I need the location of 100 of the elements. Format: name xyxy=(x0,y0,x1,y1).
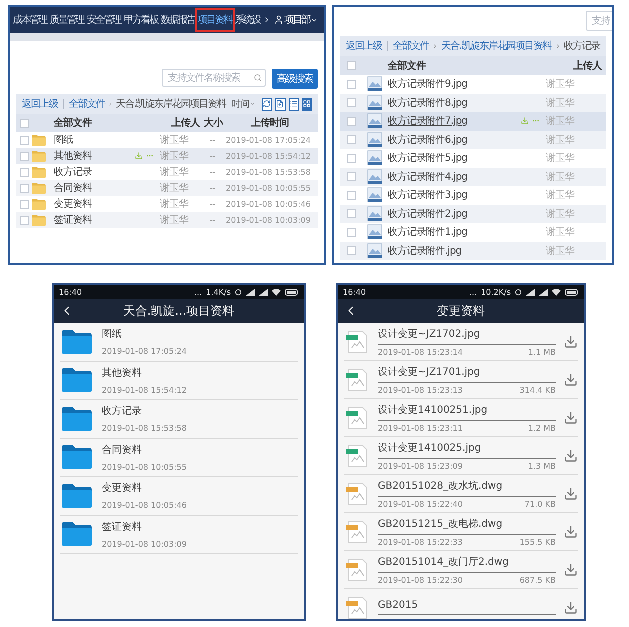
file-name[interactable]: 收方记录附件6.jpg xyxy=(388,132,472,147)
download-icon[interactable] xyxy=(564,486,578,500)
time-cell-text: 2019-01-08 10:03:09 xyxy=(226,216,312,224)
wifi-icon xyxy=(272,288,281,296)
file-name[interactable]: 收方记录附件8.jpg xyxy=(388,96,472,110)
user-name[interactable]: 项目部 xyxy=(284,13,310,27)
checkbox[interactable] xyxy=(20,216,28,224)
checkbox[interactable] xyxy=(20,136,28,144)
checkbox[interactable] xyxy=(346,80,356,89)
nav-tab[interactable]: 甲方看板 xyxy=(123,10,159,30)
folder-name[interactable]: 合同资料 xyxy=(54,181,96,195)
download-icon[interactable] xyxy=(135,152,143,160)
table-row[interactable]: 收方记录附件2.jpg 谢玉华 xyxy=(340,204,606,223)
download-icon[interactable] xyxy=(564,600,578,614)
folder-name[interactable]: 收方记录 xyxy=(54,165,96,179)
checkbox[interactable] xyxy=(346,116,356,126)
checkbox[interactable] xyxy=(346,135,356,144)
folder-row[interactable]: 合同资料 2019-01-08 10:05:55 xyxy=(60,438,298,477)
file-name[interactable]: 收方记录附件3.jpg xyxy=(388,188,472,202)
checkbox[interactable] xyxy=(20,168,28,176)
folder-name[interactable]: 图纸 xyxy=(54,133,77,147)
breadcrumb-link[interactable]: 全部文件 xyxy=(392,39,429,53)
download-icon[interactable] xyxy=(564,448,578,462)
nav-tab[interactable]: 成本管理 xyxy=(12,10,48,30)
download-icon[interactable] xyxy=(564,524,578,538)
upload-button[interactable] xyxy=(275,98,286,110)
download-icon[interactable] xyxy=(564,562,578,576)
table-row[interactable]: 收方记录附件4.jpg 谢玉华 xyxy=(340,168,606,186)
nav-tab[interactable]: 数据报告 xyxy=(160,10,196,30)
folder-row[interactable]: 签证资料 2019-01-08 10:03:09 xyxy=(60,516,298,554)
folder-row[interactable]: 收方记录 2019-01-08 15:53:58 xyxy=(60,400,298,438)
file-name[interactable]: 收方记录附件9.jpg xyxy=(388,77,472,92)
list-view-button[interactable] xyxy=(288,98,299,110)
advanced-search-button[interactable]: 高级搜索 xyxy=(272,69,318,89)
folder-name[interactable]: 其他资料 xyxy=(54,149,96,163)
download-icon[interactable] xyxy=(564,410,578,424)
breadcrumb-link[interactable]: 全部文件 xyxy=(68,97,105,111)
status-dots: ... xyxy=(194,288,202,296)
image-file-icon xyxy=(367,132,383,148)
table-row[interactable]: 其他资料 谢玉华 -- 2019-01-08 15:54:12 xyxy=(16,148,318,164)
checkbox[interactable] xyxy=(346,98,356,108)
refresh-button[interactable] xyxy=(262,98,272,110)
checkbox[interactable] xyxy=(346,209,356,218)
caret-icon[interactable] xyxy=(311,16,318,24)
user-icon[interactable] xyxy=(274,15,284,25)
folder-name[interactable]: 签证资料 xyxy=(54,213,96,227)
file-name[interactable]: 收方记录附件2.jpg xyxy=(388,206,472,221)
file-row[interactable]: GB20151215_改电梯.dwg 2019-01-08 15:22:33 155.5 KB xyxy=(344,513,578,551)
file-row[interactable]: GB2015 xyxy=(344,589,578,619)
nav-tab[interactable]: 项目资料 xyxy=(197,10,233,30)
checkbox[interactable] xyxy=(20,200,28,208)
file-row[interactable]: 设计变更~JZ1702.jpg 2019-01-08 15:23:14 1.1 MB xyxy=(344,323,578,361)
checkbox[interactable] xyxy=(346,61,356,70)
file-size: 687.5 KB xyxy=(520,576,556,584)
file-name[interactable]: 收方记录附件4.jpg xyxy=(388,170,472,184)
search-field[interactable]: 支持 xyxy=(586,11,612,31)
table-row[interactable]: 签证资料 谢玉华 -- 2019-01-08 10:03:09 xyxy=(16,212,318,228)
table-row[interactable]: 合同资料 谢玉华 -- 2019-01-08 10:05:55 xyxy=(16,180,318,196)
checkbox[interactable] xyxy=(20,184,28,192)
download-icon[interactable] xyxy=(521,117,529,126)
checkbox[interactable] xyxy=(346,172,356,182)
file-row[interactable]: 设计变更1410025.jpg 2019-01-08 15:23:09 1.3 MB xyxy=(344,437,578,475)
table-row[interactable]: 收方记录附件.jpg 谢玉华 xyxy=(340,242,606,260)
breadcrumb-link[interactable]: 天合.凯旋东岸花园项目资料 xyxy=(441,39,552,53)
checkbox[interactable] xyxy=(346,228,356,237)
column-header: 上传时间 xyxy=(250,116,290,130)
file-size: 1.1 MB xyxy=(528,348,556,356)
file-row[interactable]: GB20151028_改水坑.dwg 2019-01-08 15:22:40 71.0 KB xyxy=(344,475,578,513)
download-icon[interactable] xyxy=(564,334,578,348)
folder-name[interactable]: 变更资料 xyxy=(54,197,96,211)
file-row[interactable]: GB20151014_改门厅2.dwg 2019-01-08 15:22:30 687.5 KB xyxy=(344,551,578,589)
checkbox[interactable] xyxy=(346,246,356,256)
grid-view-button[interactable] xyxy=(302,98,312,110)
download-icon[interactable] xyxy=(564,372,578,386)
nav-tab[interactable]: 安全管理 xyxy=(86,10,122,30)
checkbox[interactable] xyxy=(20,118,28,128)
file-name[interactable]: 收方记录附件7.jpg xyxy=(388,114,472,128)
back-link[interactable]: 返回上级 xyxy=(346,39,382,53)
back-link[interactable]: 返回上级 xyxy=(22,97,58,111)
table-row[interactable]: 收方记录附件7.jpg 谢玉华 xyxy=(340,112,606,130)
folder-row[interactable]: 其他资料 2019-01-08 15:54:12 xyxy=(60,362,298,400)
nav-tab[interactable]: 系统设 xyxy=(234,10,262,30)
checkbox[interactable] xyxy=(346,154,356,163)
uploader-cell-text: 谢玉华 xyxy=(546,188,576,202)
file-name[interactable]: 收方记录附件5.jpg xyxy=(388,151,472,166)
checkbox[interactable] xyxy=(346,190,356,200)
file-name[interactable]: 收方记录附件1.jpg xyxy=(388,225,472,240)
folder-icon xyxy=(32,198,46,210)
table-row[interactable]: 收方记录附件8.jpg 谢玉华 xyxy=(340,94,606,112)
table-row[interactable]: 收方记录附件6.jpg 谢玉华 xyxy=(340,130,606,149)
checkbox[interactable] xyxy=(20,152,28,160)
folder-row[interactable]: 图纸 2019-01-08 17:05:24 xyxy=(60,323,298,362)
file-name[interactable]: 收方记录附件.jpg xyxy=(388,244,466,258)
file-row[interactable]: 设计变更~JZ1701.jpg 2019-01-08 15:23:13 314.4 KB xyxy=(344,361,578,399)
file-row[interactable]: 设计变更14100251.jpg 2019-01-08 15:23:11 1.2 MB xyxy=(344,399,578,437)
folder-row[interactable]: 变更资料 2019-01-08 10:05:46 xyxy=(60,477,298,516)
search-field[interactable]: 支持文件名称搜索 xyxy=(162,69,266,87)
sort-select[interactable]: 时间 xyxy=(232,98,256,110)
nav-tab[interactable]: 质量管理 xyxy=(49,10,85,30)
screen-title: 变更资料 xyxy=(436,302,486,320)
